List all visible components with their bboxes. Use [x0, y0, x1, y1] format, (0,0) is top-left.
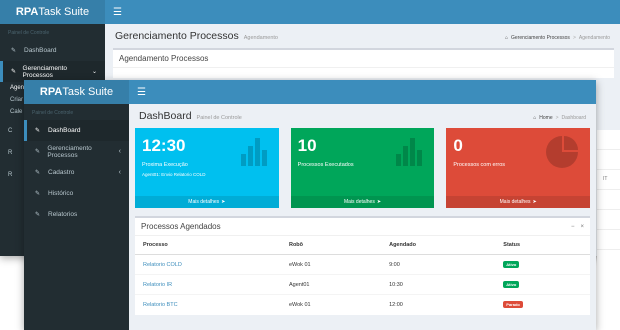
- sidebar-item-dashboard[interactable]: ✎ DashBoard: [24, 120, 129, 141]
- more-details-link[interactable]: Mais detalhes ➤: [446, 196, 591, 208]
- more-details-link[interactable]: Mais detalhes ➤: [290, 196, 435, 208]
- table-row: Relatorio IR Agent01 10:30 Ativo: [135, 274, 590, 295]
- tile-value: 0: [453, 136, 463, 155]
- pie-chart-icon: [546, 136, 579, 168]
- app-logo[interactable]: RPA Task Suite: [0, 0, 105, 24]
- menu-toggle-icon[interactable]: ☰: [113, 7, 122, 18]
- top-navbar: RPA Task Suite ☰: [24, 80, 596, 104]
- robot-cell: eWok 01: [280, 254, 382, 275]
- edit-icon: ✎: [35, 170, 41, 176]
- page-title: DashBoard: [139, 110, 192, 122]
- breadcrumb: ⌂ Gerenciamento Processos > Agendamento: [504, 35, 610, 41]
- stat-tiles: 12:30 Proxima Execução Agent01: Envio Re…: [129, 128, 596, 208]
- menu-toggle-icon[interactable]: ☰: [137, 87, 146, 98]
- status-badge: Parado: [503, 301, 523, 309]
- column-header: Processo: [135, 236, 281, 255]
- dashboard-window: RPA Task Suite ☰ Painel de Controle ✎ Das…: [24, 80, 596, 330]
- arrow-circle-right-icon: ➤: [532, 199, 537, 205]
- top-navbar: RPA Task Suite ☰: [0, 0, 620, 24]
- app-logo[interactable]: RPA Task Suite: [24, 80, 129, 104]
- table-row: Relatorio COLD eWok 01 9:00 Ativo: [135, 254, 590, 275]
- dashboard-icon: ✎: [35, 128, 41, 134]
- dashboard-icon: ✎: [11, 48, 17, 54]
- more-details-link[interactable]: Mais detalhes ➤: [135, 196, 279, 208]
- column-header: Robô: [280, 236, 382, 255]
- chevron-left-icon: ‹: [118, 148, 121, 155]
- agendamento-box: Agendamento Processos: [113, 48, 614, 78]
- status-badge: Ativo: [503, 261, 520, 268]
- robot-cell: Agent01: [280, 274, 382, 295]
- sidebar-item-cadastro[interactable]: ✎ Cadastro ‹: [24, 162, 129, 183]
- page-subtitle: Agendamento: [243, 35, 278, 41]
- column-header: Status: [495, 236, 590, 255]
- sidebar-item-gerenciamento[interactable]: ✎ Gerenciamento Processos ⌄: [0, 61, 105, 82]
- history-icon: ✎: [35, 191, 41, 197]
- tile-value: 12:30: [142, 136, 186, 155]
- chevron-left-icon: ‹: [118, 169, 121, 176]
- tile-label: Processos Executados: [297, 162, 354, 168]
- gears-icon: ✎: [11, 69, 17, 75]
- status-badge: Ativo: [503, 281, 520, 288]
- box-title: Agendamento Processos: [113, 50, 614, 68]
- collapse-icon[interactable]: −: [571, 224, 575, 230]
- executed-processes-tile: 10 Processos Executados Mais detalhes ➤: [290, 128, 435, 208]
- tile-label: Processos com erros: [453, 162, 505, 168]
- scheduled-processes-box: Processos Agendados − × Processo Robô Ag…: [135, 216, 590, 315]
- chevron-down-icon: ⌄: [91, 69, 97, 75]
- tile-detail: Agent01: Envio Relatorio COLD: [142, 172, 206, 177]
- breadcrumb-current: Agendamento: [578, 35, 610, 41]
- scheduled-table: Processo Robô Agendado Status Relatorio …: [135, 236, 590, 315]
- breadcrumb-current: Dashboard: [561, 115, 586, 121]
- sidebar-item-gerenciamento[interactable]: ✎ Gerenciamento Processos ‹: [24, 141, 129, 162]
- process-link[interactable]: Relatorio IR: [135, 274, 281, 295]
- arrow-circle-right-icon: ➤: [221, 199, 226, 205]
- breadcrumb-link[interactable]: Home: [539, 115, 552, 121]
- time-cell: 12:00: [381, 294, 496, 315]
- next-execution-tile: 12:30 Proxima Execução Agent01: Envio Re…: [135, 128, 279, 208]
- process-link[interactable]: Relatorio COLD: [135, 254, 281, 275]
- column-header: Agendado: [381, 236, 496, 255]
- sidebar-item-historico[interactable]: ✎ Histórico: [24, 183, 129, 204]
- sidebar: Painel de Controle ✎ DashBoard ✎ Gerenci…: [24, 104, 129, 330]
- sidebar-item-relatorios[interactable]: ✎ Relatorios: [24, 204, 129, 225]
- sidebar-item-dashboard[interactable]: ✎ DashBoard: [0, 40, 105, 61]
- reports-icon: ✎: [35, 212, 41, 218]
- table-row: Relatorio BTC eWok 01 12:00 Parado: [135, 294, 590, 315]
- arrow-circle-right-icon: ➤: [376, 199, 382, 205]
- sidebar-section-label: Painel de Controle: [32, 110, 74, 116]
- sidebar-section-label: Painel de Controle: [8, 30, 50, 36]
- background-panel-edge: IT: [597, 130, 620, 330]
- home-icon: ⌂: [533, 115, 537, 121]
- breadcrumb: ⌂ Home > Dashboard: [533, 115, 586, 121]
- bar-chart-icon: [240, 138, 267, 166]
- time-cell: 9:00: [381, 254, 496, 275]
- back-sidebar-peek: C R R: [8, 128, 13, 178]
- page-subtitle: Painel de Controle: [196, 115, 242, 121]
- tile-label: Proxima Execução: [142, 162, 188, 168]
- home-icon: ⌂: [504, 35, 509, 41]
- tile-value: 10: [297, 136, 317, 155]
- page-title: Gerenciamento Processos: [115, 30, 239, 42]
- gears-icon: ✎: [35, 149, 41, 155]
- main-content: DashBoard Painel de Controle ⌂ Home > Da…: [129, 104, 596, 330]
- time-cell: 10:30: [381, 274, 496, 295]
- error-processes-tile: 0 Processos com erros Mais detalhes ➤: [446, 128, 591, 208]
- breadcrumb-link[interactable]: Gerenciamento Processos: [511, 35, 570, 41]
- process-link[interactable]: Relatorio BTC: [135, 294, 281, 315]
- peek-text: IT: [597, 170, 620, 190]
- box-title: Processos Agendados: [141, 222, 221, 231]
- box-header: Processos Agendados − ×: [135, 218, 590, 236]
- close-icon[interactable]: ×: [580, 224, 584, 230]
- robot-cell: eWok 01: [280, 294, 382, 315]
- bar-chart-icon: [396, 138, 423, 166]
